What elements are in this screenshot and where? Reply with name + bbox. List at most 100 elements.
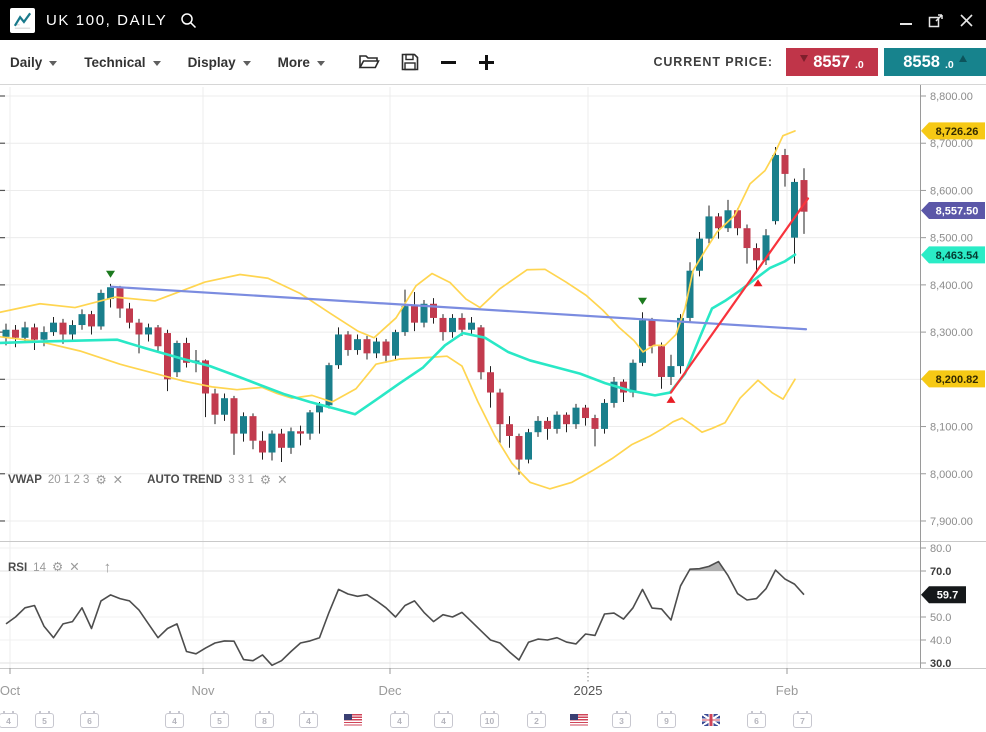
svg-text:80.0: 80.0 bbox=[930, 543, 951, 555]
app-logo-icon bbox=[10, 8, 35, 33]
vwap-indicator-label: VWAP bbox=[8, 474, 42, 486]
svg-text:2025: 2025 bbox=[574, 683, 603, 698]
overlay-indicator-row: VWAP 20 1 2 3 ⚙ ✕ AUTO TREND 3 3 1 ⚙ ✕ bbox=[8, 474, 288, 487]
menu-display[interactable]: Display bbox=[188, 55, 251, 70]
svg-text:40.0: 40.0 bbox=[930, 635, 951, 647]
calendar-event-icon[interactable]: 8 bbox=[255, 713, 274, 728]
bid-price-value: 8557 bbox=[813, 53, 850, 72]
svg-text:Feb: Feb bbox=[776, 683, 798, 698]
menu-more-label: More bbox=[278, 55, 310, 70]
calendar-event-icon[interactable]: 6 bbox=[80, 713, 99, 728]
auto-trend-settings-gear-icon[interactable]: ⚙ bbox=[260, 474, 271, 487]
rsi-indicator-row: RSI 14 ⚙ ✕ ↑ bbox=[8, 560, 111, 575]
svg-text:8,300.00: 8,300.00 bbox=[930, 327, 973, 339]
calendar-event-icon[interactable]: 9 bbox=[657, 713, 676, 728]
sell-signal-triangle-icon bbox=[106, 271, 115, 278]
svg-text:8,557.50: 8,557.50 bbox=[936, 206, 979, 218]
calendar-event-icon[interactable]: 6 bbox=[747, 713, 766, 728]
svg-text:50.0: 50.0 bbox=[930, 612, 951, 624]
move-pane-up-arrow-icon[interactable]: ↑ bbox=[104, 560, 112, 575]
sell-signal-triangle-icon bbox=[638, 298, 647, 305]
candlestick-series bbox=[3, 147, 808, 475]
vwap-indicator-params: 20 1 2 3 bbox=[48, 474, 90, 486]
vwap-remove-icon[interactable]: ✕ bbox=[113, 474, 123, 487]
ask-price-fraction: .0 bbox=[945, 59, 954, 71]
bid-price-fraction: .0 bbox=[855, 59, 864, 71]
calendar-event-icon[interactable]: 4 bbox=[165, 713, 184, 728]
save-icon[interactable] bbox=[401, 53, 419, 71]
calendar-event-icon[interactable]: 4 bbox=[0, 713, 18, 728]
svg-text:70.0: 70.0 bbox=[930, 566, 951, 578]
chart-title: UK 100, DAILY bbox=[46, 12, 167, 29]
close-icon[interactable] bbox=[959, 13, 974, 28]
popout-button[interactable] bbox=[928, 13, 944, 28]
svg-text:8,700.00: 8,700.00 bbox=[930, 138, 973, 150]
calendar-event-icon[interactable]: 3 bbox=[612, 713, 631, 728]
zoom-in-icon[interactable] bbox=[478, 54, 495, 71]
chevron-down-icon bbox=[317, 61, 325, 66]
svg-text:8,726.26: 8,726.26 bbox=[936, 126, 979, 138]
menu-daily[interactable]: Daily bbox=[10, 55, 57, 70]
calendar-event-icon[interactable]: 7 bbox=[793, 713, 812, 728]
rsi-settings-gear-icon[interactable]: ⚙ bbox=[52, 561, 63, 574]
rsi-remove-icon[interactable]: ✕ bbox=[69, 561, 79, 574]
open-folder-icon[interactable] bbox=[358, 53, 380, 71]
svg-text:59.7: 59.7 bbox=[937, 590, 958, 602]
us-flag-event-icon[interactable] bbox=[344, 714, 362, 726]
zoom-out-icon[interactable] bbox=[440, 54, 457, 71]
uk-flag-event-icon[interactable] bbox=[702, 714, 720, 726]
window-controls bbox=[899, 13, 974, 28]
calendar-event-icon[interactable]: 4 bbox=[434, 713, 453, 728]
menu-technical[interactable]: Technical bbox=[84, 55, 160, 70]
svg-text:8,400.00: 8,400.00 bbox=[930, 280, 973, 292]
calendar-event-icon[interactable]: 4 bbox=[390, 713, 409, 728]
search-icon[interactable] bbox=[180, 12, 197, 29]
chevron-down-icon bbox=[49, 61, 57, 66]
us-flag-event-icon[interactable] bbox=[570, 714, 588, 726]
chart-area: 8,800.00 8,700.00 8,600.00 8,500.00 8,400.00… bbox=[0, 85, 986, 730]
calendar-event-icon[interactable]: 4 bbox=[299, 713, 318, 728]
svg-text:Dec: Dec bbox=[378, 683, 402, 698]
svg-text:7,900.00: 7,900.00 bbox=[930, 516, 973, 528]
svg-text:8,100.00: 8,100.00 bbox=[930, 422, 973, 434]
price-chart-canvas[interactable]: 8,800.00 8,700.00 8,600.00 8,500.00 8,400.00… bbox=[0, 85, 986, 730]
menu-more[interactable]: More bbox=[278, 55, 325, 70]
menu-display-label: Display bbox=[188, 55, 236, 70]
bid-price-badge: 8557 .0 bbox=[786, 48, 878, 76]
svg-text:8,600.00: 8,600.00 bbox=[930, 185, 973, 197]
buy-signal-triangle-icon bbox=[667, 396, 676, 403]
calendar-event-icon[interactable]: 5 bbox=[210, 713, 229, 728]
vwap-settings-gear-icon[interactable]: ⚙ bbox=[95, 474, 106, 487]
ask-price-value: 8558 bbox=[903, 53, 940, 72]
svg-text:Nov: Nov bbox=[191, 683, 215, 698]
chevron-down-icon bbox=[153, 61, 161, 66]
svg-text:8,500.00: 8,500.00 bbox=[930, 233, 973, 245]
auto-trend-indicator-label: AUTO TREND bbox=[147, 474, 222, 486]
svg-text:8,200.82: 8,200.82 bbox=[936, 374, 979, 386]
menu-technical-label: Technical bbox=[84, 55, 145, 70]
toolbar: Daily Technical Display More CURRENT bbox=[0, 40, 986, 85]
svg-text:8,800.00: 8,800.00 bbox=[930, 91, 973, 103]
ask-price-badge: 8558 .0 bbox=[884, 48, 986, 76]
calendar-event-icon[interactable]: 5 bbox=[35, 713, 54, 728]
economic-events-row: 4 5 6 4 5 8 4 4 4 10 2 3 9 6 7 bbox=[0, 712, 986, 732]
menu-daily-label: Daily bbox=[10, 55, 42, 70]
arrow-up-icon bbox=[959, 55, 967, 62]
rsi-indicator-params: 14 bbox=[33, 562, 46, 574]
svg-text:Oct: Oct bbox=[0, 683, 20, 698]
minimize-button[interactable] bbox=[899, 13, 913, 27]
auto-trend-remove-icon[interactable]: ✕ bbox=[277, 474, 287, 487]
auto-trend-indicator-params: 3 3 1 bbox=[228, 474, 254, 486]
current-price-label: CURRENT PRICE: bbox=[653, 55, 773, 69]
chevron-down-icon bbox=[243, 61, 251, 66]
svg-text:8,000.00: 8,000.00 bbox=[930, 469, 973, 481]
rsi-pane bbox=[6, 562, 804, 666]
svg-text:8,463.54: 8,463.54 bbox=[936, 250, 980, 262]
svg-text:30.0: 30.0 bbox=[930, 658, 951, 670]
gridlines bbox=[0, 87, 920, 668]
arrow-down-icon bbox=[800, 55, 808, 62]
calendar-event-icon[interactable]: 2 bbox=[527, 713, 546, 728]
rsi-indicator-label: RSI bbox=[8, 562, 27, 574]
calendar-event-icon[interactable]: 10 bbox=[480, 713, 499, 728]
titlebar: UK 100, DAILY bbox=[0, 0, 986, 40]
